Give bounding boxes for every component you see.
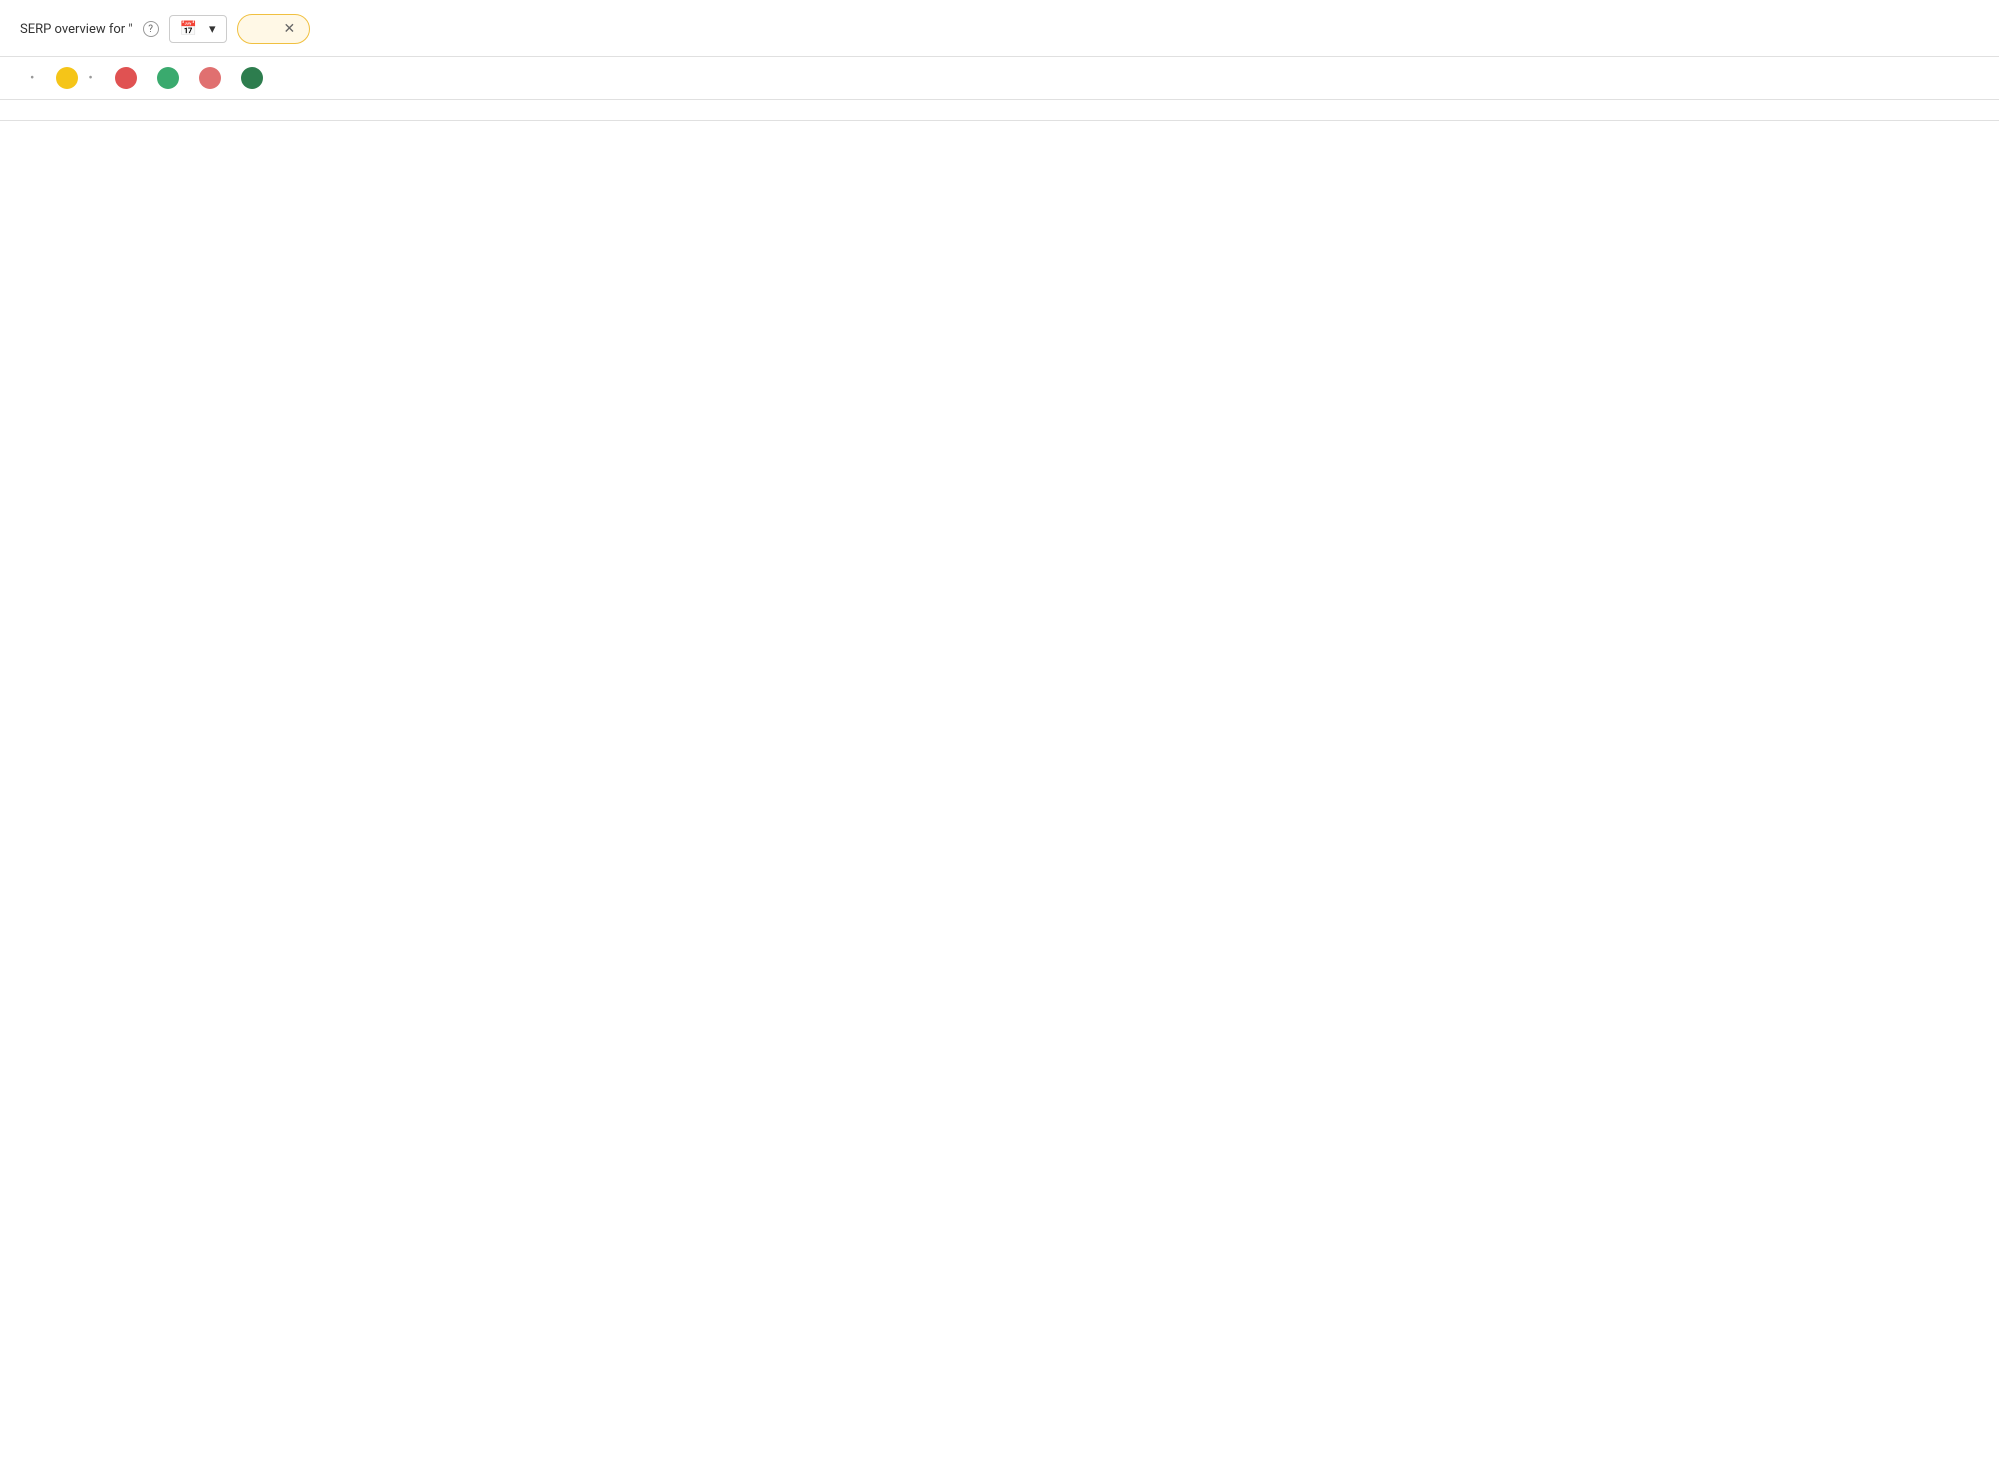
close-icon[interactable]: ✕ [284, 21, 296, 37]
header-title-prefix: SERP overview for " [20, 22, 133, 37]
calendar-icon: 📅 [180, 21, 197, 37]
similarity-badge [56, 67, 78, 89]
date-button[interactable]: 📅 ▾ [169, 15, 227, 43]
compare-button[interactable]: ✕ [237, 14, 311, 44]
column-headers [0, 100, 1999, 121]
header-title: SERP overview for " [20, 22, 133, 37]
new-badge [157, 67, 179, 89]
dot-separator: • [30, 71, 34, 86]
dot-separator2: • [88, 71, 92, 86]
help-icon[interactable]: ? [143, 21, 159, 37]
top-header: SERP overview for " ? 📅 ▾ ✕ [0, 0, 1999, 57]
improved-badge [241, 67, 263, 89]
declined-badge [115, 67, 137, 89]
left-column-header [0, 100, 915, 120]
lost-badge [199, 67, 221, 89]
right-column-header [1085, 100, 1999, 120]
stats-row: • • [0, 57, 1999, 100]
chevron-down-icon: ▾ [209, 22, 216, 37]
